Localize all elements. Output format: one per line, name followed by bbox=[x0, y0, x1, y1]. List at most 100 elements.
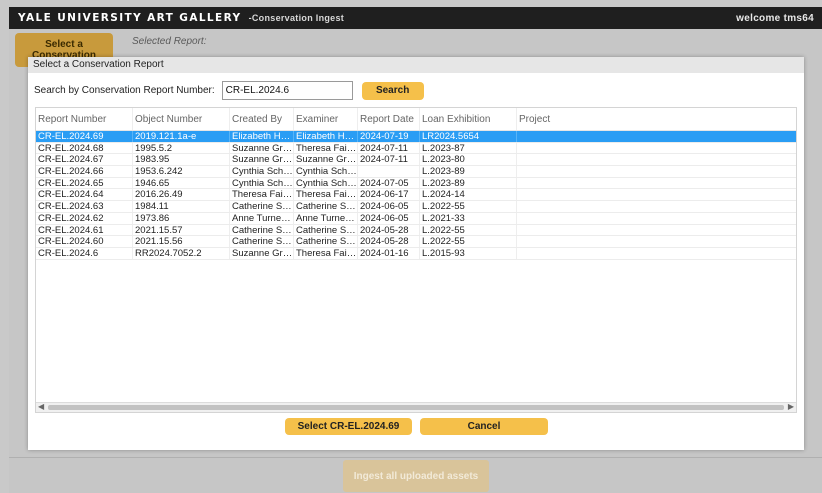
brand-subtitle: -Conservation Ingest bbox=[248, 13, 345, 23]
table-header: Report Number Object Number Created By Exam… bbox=[36, 108, 796, 131]
table-cell: Catherine Sil... bbox=[232, 224, 294, 236]
column-header[interactable]: Loan Exhibition bbox=[420, 108, 517, 130]
search-label: Search by Conservation Report Number: bbox=[34, 85, 215, 96]
table-cell: CR-EL.2024.61 bbox=[36, 224, 133, 236]
table-cell: Catherine Sil... bbox=[232, 236, 294, 247]
table-row[interactable]: CR-EL.2024.62 1973.86 Anne Turner ... Anne … bbox=[36, 212, 796, 225]
table-cell: Suzanne Gre... bbox=[232, 142, 294, 154]
table-cell bbox=[517, 131, 796, 142]
scroll-right-icon[interactable]: ▶ bbox=[788, 402, 794, 411]
table-cell: 2024-07-11 bbox=[358, 142, 420, 154]
table-cell: L.2022-55 bbox=[420, 236, 517, 247]
table-cell: Theresa Fair... bbox=[296, 189, 358, 201]
table-row[interactable]: CR-EL.2024.6 RR2024.7052.2 Suzanne Gre... T… bbox=[36, 247, 796, 260]
column-header[interactable]: Report Number bbox=[36, 108, 133, 130]
table-cell bbox=[517, 236, 796, 247]
table-cell: Catherine Sil... bbox=[296, 201, 358, 212]
table-row[interactable]: CR-EL.2024.63 1984.11 Catherine Sil... Cath… bbox=[36, 201, 796, 213]
welcome-user[interactable]: welcome tms64 bbox=[736, 13, 814, 24]
table-cell: CR-EL.2024.65 bbox=[36, 177, 133, 189]
table-cell: 2024-05-28 bbox=[358, 236, 420, 247]
table-cell: L.2022-55 bbox=[420, 224, 517, 236]
table-cell bbox=[517, 154, 796, 165]
table-cell: 2024-06-05 bbox=[358, 201, 420, 212]
reports-table: Report Number Object Number Created By Exam… bbox=[35, 107, 797, 413]
column-header[interactable]: Project bbox=[517, 108, 796, 130]
table-cell: Theresa Fair... bbox=[296, 247, 358, 259]
table-cell: Elizabeth Ha... bbox=[296, 131, 358, 142]
table-cell: Catherine Sil... bbox=[232, 201, 294, 212]
table-row[interactable]: CR-EL.2024.68 1995.5.2 Suzanne Gre... There… bbox=[36, 142, 796, 155]
cancel-button[interactable]: Cancel bbox=[420, 418, 548, 435]
table-cell: L.2022-55 bbox=[420, 201, 517, 212]
table-cell: 2021.15.57 bbox=[133, 224, 230, 236]
table-cell: 1984.11 bbox=[133, 201, 230, 212]
table-cell: CR-EL.2024.69 bbox=[36, 131, 133, 142]
table-cell bbox=[517, 178, 796, 189]
ingest-assets-button[interactable]: Ingest all uploaded assets bbox=[343, 460, 489, 492]
table-cell: Anne Turner ... bbox=[232, 212, 294, 224]
table-row[interactable]: CR-EL.2024.65 1946.65 Cynthia Schw... Cynth… bbox=[36, 177, 796, 190]
search-input[interactable] bbox=[221, 81, 353, 100]
table-cell: 2019.121.1a-e bbox=[133, 131, 230, 142]
column-header[interactable]: Report Date bbox=[358, 108, 420, 130]
column-header[interactable]: Object Number bbox=[133, 108, 230, 130]
table-cell: Cynthia Schw... bbox=[232, 177, 294, 189]
selected-report-label: Selected Report: bbox=[132, 36, 207, 47]
table-cell bbox=[517, 201, 796, 212]
table-row[interactable]: CR-EL.2024.61 2021.15.57 Catherine Sil... C… bbox=[36, 224, 796, 237]
table-cell: 1953.6.242 bbox=[133, 166, 230, 177]
table-cell: L.2023-80 bbox=[420, 154, 517, 166]
column-header[interactable]: Examiner bbox=[294, 108, 358, 130]
scrollbar-thumb[interactable] bbox=[48, 405, 784, 410]
table-row[interactable]: CR-EL.2024.66 1953.6.242 Cynthia Schw... Cy… bbox=[36, 166, 796, 178]
table-row[interactable]: CR-EL.2024.64 2016.26.49 Theresa Fair... Th… bbox=[36, 189, 796, 202]
table-row[interactable]: CR-EL.2024.69 2019.121.1a-e Elizabeth Ha..… bbox=[36, 131, 796, 143]
table-cell: 2021.15.56 bbox=[133, 236, 230, 247]
table-cell: 1973.86 bbox=[133, 212, 230, 224]
column-header[interactable]: Created By bbox=[230, 108, 294, 130]
table-cell: 2024-07-19 bbox=[358, 131, 420, 142]
table-cell bbox=[517, 189, 796, 200]
table-cell: CR-EL.2024.60 bbox=[36, 236, 133, 247]
table-cell: L.2024-14 bbox=[420, 189, 517, 201]
table-cell: L.2023-89 bbox=[420, 177, 517, 189]
table-cell: RR2024.7052.2 bbox=[133, 247, 230, 259]
table-cell: Cynthia Schw... bbox=[296, 166, 358, 177]
table-cell bbox=[358, 166, 420, 177]
table-cell bbox=[517, 248, 796, 259]
table-cell: 2024-05-28 bbox=[358, 224, 420, 236]
table-cell: 2024-06-17 bbox=[358, 189, 420, 201]
table-cell: Suzanne Gre... bbox=[296, 154, 358, 166]
table-cell: CR-EL.2024.66 bbox=[36, 166, 133, 177]
table-cell: 2024-06-05 bbox=[358, 212, 420, 224]
table-row[interactable]: CR-EL.2024.60 2021.15.56 Catherine Sil... C… bbox=[36, 236, 796, 248]
table-cell: 2016.26.49 bbox=[133, 189, 230, 201]
table-cell: CR-EL.2024.6 bbox=[36, 247, 133, 259]
select-report-confirm-button[interactable]: Select CR-EL.2024.69 bbox=[285, 418, 412, 435]
table-cell: L.2015-93 bbox=[420, 247, 517, 259]
table-cell: 2024-01-16 bbox=[358, 247, 420, 259]
table-cell: Suzanne Gre... bbox=[232, 154, 294, 166]
app-header: YALE UNIVERSITY ART GALLERY -Conservatio… bbox=[9, 7, 822, 29]
table-cell bbox=[517, 225, 796, 236]
brand-title: YALE UNIVERSITY ART GALLERY bbox=[18, 12, 242, 24]
search-button[interactable]: Search bbox=[361, 81, 424, 100]
table-cell: 1983.95 bbox=[133, 154, 230, 166]
table-cell: L.2023-87 bbox=[420, 142, 517, 154]
scroll-left-icon[interactable]: ◀ bbox=[38, 402, 44, 411]
table-cell: CR-EL.2024.63 bbox=[36, 201, 133, 212]
search-row: Search by Conservation Report Number: Se… bbox=[34, 81, 424, 100]
table-cell: Cynthia Schw... bbox=[232, 166, 294, 177]
table-cell: CR-EL.2024.64 bbox=[36, 189, 133, 201]
app-brand: YALE UNIVERSITY ART GALLERY -Conservatio… bbox=[18, 12, 344, 24]
table-cell: Theresa Fair... bbox=[232, 189, 294, 201]
table-cell: CR-EL.2024.62 bbox=[36, 212, 133, 224]
dialog-title: Select a Conservation Report bbox=[28, 57, 804, 73]
table-cell: CR-EL.2024.67 bbox=[36, 154, 133, 166]
table-row[interactable]: CR-EL.2024.67 1983.95 Suzanne Gre... Suzann… bbox=[36, 154, 796, 167]
table-cell: Catherine Sil... bbox=[296, 224, 358, 236]
horizontal-scrollbar[interactable]: ◀ ▶ bbox=[36, 402, 796, 412]
table-cell: Suzanne Gre... bbox=[232, 247, 294, 259]
table-cell: 1995.5.2 bbox=[133, 142, 230, 154]
